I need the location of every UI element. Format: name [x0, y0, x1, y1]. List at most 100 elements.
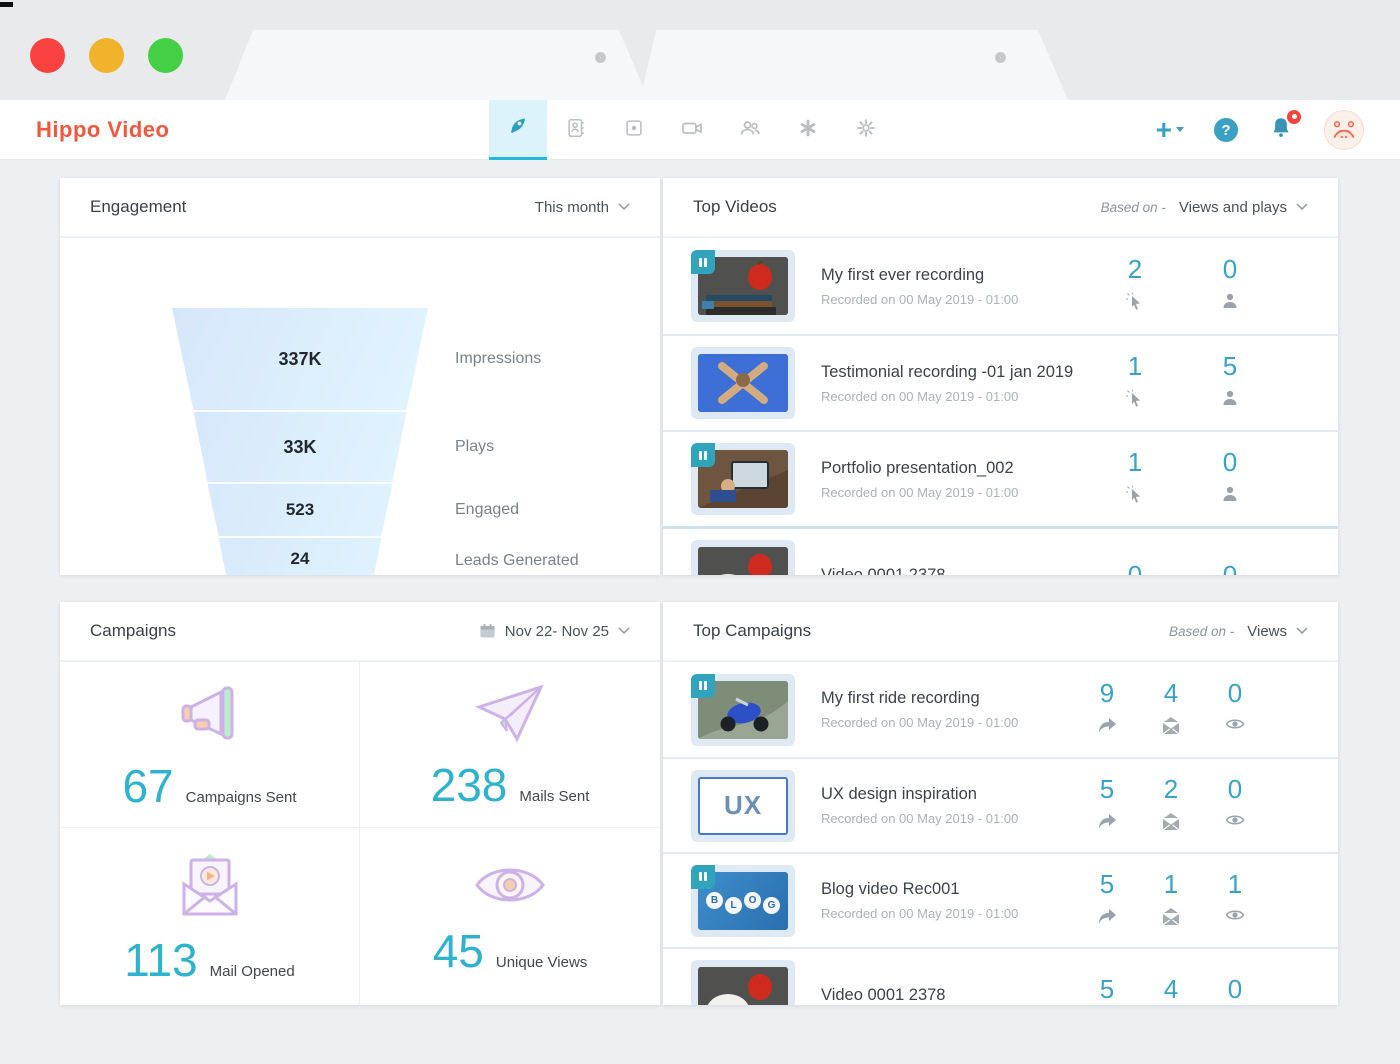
cursor-click-icon: [1125, 292, 1145, 317]
campaign-row[interactable]: My first ride recording Recorded on 00 M…: [663, 662, 1338, 757]
chevron-down-icon: [1176, 127, 1184, 132]
calendar-icon: [479, 623, 496, 639]
video-type-badge-icon: [691, 443, 715, 467]
video-thumbnail: [691, 250, 795, 322]
top-campaigns-filter-dropdown[interactable]: Based on - Views: [1169, 623, 1308, 640]
help-button[interactable]: ?: [1214, 118, 1238, 142]
video-row[interactable]: Video 0001 2378 0 0: [663, 526, 1338, 575]
user-avatar[interactable]: [1324, 110, 1364, 150]
minimize-window-button[interactable]: [89, 38, 124, 73]
top-videos-filter-dropdown[interactable]: Based on - Views and plays: [1101, 199, 1308, 216]
hippo-avatar-icon: [1329, 113, 1359, 148]
nav-item-integrations[interactable]: [779, 100, 837, 160]
hippo-video-logo: Hippo Video: [36, 117, 169, 143]
browser-tab-1[interactable]: [225, 30, 649, 100]
funnel-label: Engaged: [455, 501, 519, 519]
video-title: Testimonial recording -01 jan 2019: [821, 363, 1073, 382]
funnel-segment-plays: 33K: [172, 412, 428, 482]
stat-mails-sent: 238 Mails Sent: [360, 662, 660, 828]
engagement-title: Engagement: [90, 197, 186, 217]
video-row[interactable]: Testimonial recording -01 jan 2019 Recor…: [663, 334, 1338, 430]
stat-unique-views: 45 Unique Views: [360, 828, 660, 1005]
video-type-badge-icon: [691, 250, 715, 274]
blog-letter: O: [744, 892, 761, 909]
maximize-window-button[interactable]: [148, 38, 183, 73]
views-metric: 0: [1217, 775, 1253, 836]
funnel-label: Leads Generated: [455, 552, 579, 570]
ux-thumbnail-text: UX: [724, 790, 762, 821]
person-icon: [1221, 389, 1239, 412]
campaign-thumbnail: [691, 960, 795, 1006]
campaign-row[interactable]: B L O G Blog video Rec001 Recorded on 00…: [663, 852, 1338, 947]
top-videos-title: Top Videos: [693, 197, 777, 217]
top-videos-panel: Top Videos Based on - Views and plays My…: [663, 178, 1338, 575]
question-icon: ?: [1221, 122, 1230, 139]
gear-icon: [855, 117, 877, 144]
filter-value: Views: [1247, 623, 1287, 640]
nav-item-dashboard[interactable]: [489, 100, 547, 160]
nav-item-media-library[interactable]: [605, 100, 663, 160]
clicks-metric: 2: [1115, 255, 1155, 318]
chevron-down-icon: [1296, 627, 1308, 635]
campaigns-date-range-dropdown[interactable]: Nov 22- Nov 25: [479, 623, 630, 640]
stat-value: 67: [122, 763, 173, 809]
screen-corner-artifact: [0, 2, 13, 7]
navbar-actions: + ?: [1156, 100, 1364, 160]
tab-favicon-placeholder: [595, 52, 606, 63]
video-title: My first ever recording: [821, 266, 1018, 285]
video-row[interactable]: My first ever recording Recorded on 00 M…: [663, 238, 1338, 334]
clicks-metric: 1: [1115, 448, 1155, 511]
megaphone-icon: [173, 680, 247, 751]
nav-item-recorder[interactable]: [663, 100, 721, 160]
browser-tab-2[interactable]: [640, 30, 1068, 100]
window-controls: [30, 38, 183, 73]
add-new-button[interactable]: +: [1156, 117, 1184, 143]
plays-metric: 0: [1210, 255, 1250, 318]
campaign-thumbnail: B L O G: [691, 865, 795, 937]
views-metric: 0: [1217, 975, 1253, 1004]
clicks-metric: 0: [1115, 561, 1155, 575]
stat-value: 238: [431, 762, 508, 808]
opens-metric: 4: [1153, 975, 1189, 1004]
campaign-recorded-date: Recorded on 00 May 2019 - 01:00: [821, 715, 1018, 730]
campaign-row[interactable]: UX UX design inspiration Recorded on 00 …: [663, 757, 1338, 852]
nav-item-contacts[interactable]: [547, 100, 605, 160]
campaign-thumbnail: [691, 674, 795, 746]
engagement-period-dropdown[interactable]: This month: [535, 199, 630, 216]
campaign-row[interactable]: Video 0001 2378 5 4 0: [663, 947, 1338, 1005]
top-campaigns-panel: Top Campaigns Based on - Views My first …: [663, 602, 1338, 1005]
campaigns-panel: Campaigns Nov 22- Nov 25 67 Campaigns Se…: [60, 602, 660, 1005]
contacts-icon: [565, 117, 587, 144]
video-recorded-date: Recorded on 00 May 2019 - 01:00: [821, 292, 1018, 307]
video-type-badge-icon: [691, 865, 715, 889]
video-title: Portfolio presentation_002: [821, 459, 1018, 478]
funnel-label: Plays: [455, 438, 494, 456]
shares-metric: 5: [1089, 870, 1125, 931]
eye-icon: [471, 859, 549, 916]
video-row[interactable]: Portfolio presentation_002 Recorded on 0…: [663, 430, 1338, 526]
share-arrow-icon: [1097, 813, 1117, 836]
chevron-down-icon: [618, 203, 630, 211]
plays-metric: 5: [1210, 352, 1250, 415]
campaigns-title: Campaigns: [90, 621, 176, 641]
campaign-recorded-date: Recorded on 00 May 2019 - 01:00: [821, 811, 1018, 826]
notifications-button[interactable]: [1268, 115, 1294, 146]
close-window-button[interactable]: [30, 38, 65, 73]
nav-item-settings[interactable]: [837, 100, 895, 160]
mail-open-icon: [174, 850, 246, 925]
video-thumbnail: [691, 540, 795, 576]
funnel-segment-leads: 24: [172, 538, 428, 575]
funnel-segment-engaged: 523: [172, 484, 428, 536]
engagement-panel: Engagement This month 337K 33K 523 24 Im…: [60, 178, 660, 575]
eye-small-icon: [1225, 717, 1245, 736]
stat-mail-opened: 113 Mail Opened: [60, 828, 360, 1005]
funnel-segment-impressions: 337K: [172, 308, 428, 410]
nav-item-teams[interactable]: [721, 100, 779, 160]
stat-value: 45: [433, 928, 484, 974]
opens-metric: 1: [1153, 870, 1189, 931]
stat-label: Unique Views: [496, 954, 587, 971]
video-recorded-date: Recorded on 00 May 2019 - 01:00: [821, 389, 1073, 404]
shares-metric: 5: [1089, 775, 1125, 836]
video-camera-icon: [680, 116, 704, 145]
blog-letter: B: [706, 892, 723, 909]
